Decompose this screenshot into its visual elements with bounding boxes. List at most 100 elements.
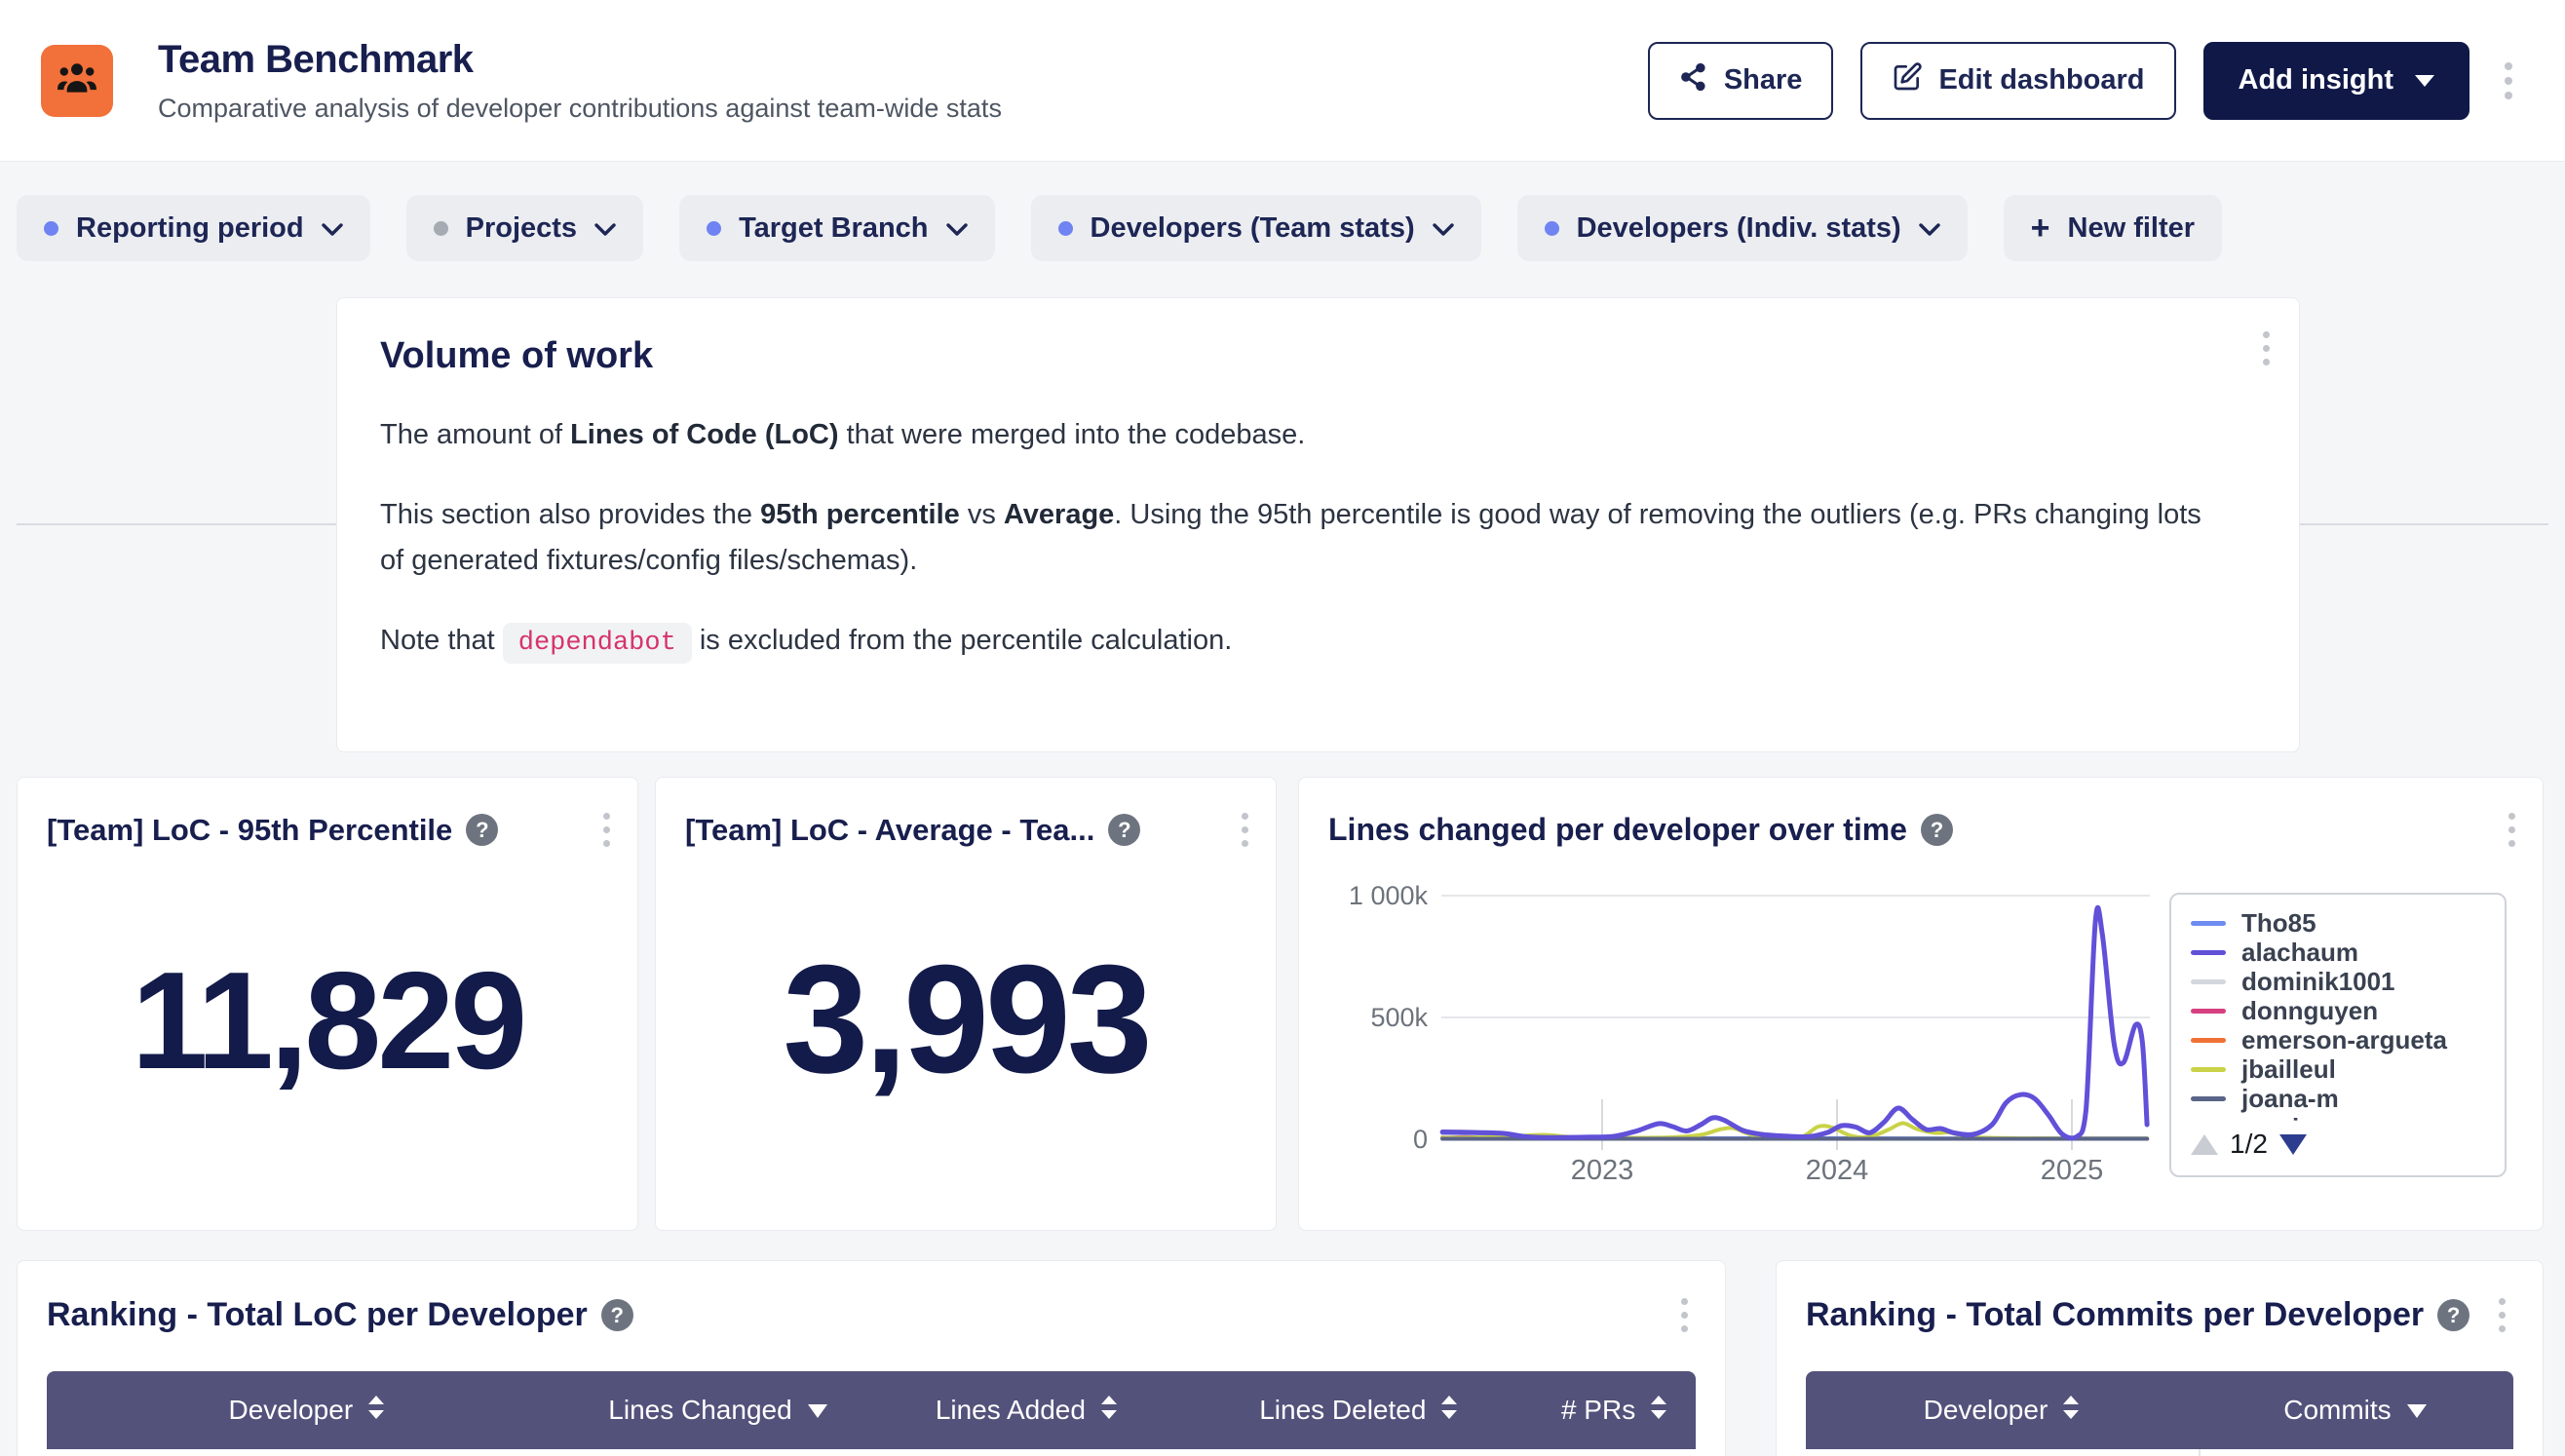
help-icon[interactable]: ? [2437, 1299, 2469, 1331]
table-header-row: DeveloperCommits [1806, 1371, 2513, 1449]
legend-pager: 1/2 [2191, 1129, 2497, 1160]
column-header-commits[interactable]: Commits [2199, 1371, 2513, 1449]
legend-label: jbailleul [2241, 1054, 2336, 1085]
volume-card-menu[interactable] [2255, 324, 2278, 373]
sort-both-icon [366, 1395, 386, 1427]
filter-chip-developers-team-stats[interactable]: Developers (Team stats) [1031, 195, 1481, 261]
legend-label: Tho85 [2241, 908, 2316, 939]
chevron-down-icon [946, 212, 968, 245]
table-card-title: Ranking - Total Commits per Developer [1806, 1296, 2424, 1334]
ranking-commits-table: DeveloperCommitstomazornour260 [1806, 1371, 2513, 1456]
help-icon[interactable]: ? [466, 814, 498, 846]
filter-chip-label: Projects [466, 212, 577, 245]
legend-item-maxica[interactable]: maxica [2191, 1113, 2497, 1121]
add-insight-button[interactable]: Add insight [2203, 42, 2469, 120]
table-card-menu[interactable] [2491, 1290, 2513, 1340]
legend-label: maxica [2241, 1113, 2327, 1122]
filter-bar: Reporting period Projects Target Branch Dev… [17, 195, 2222, 261]
page-subtitle: Comparative analysis of developer contri… [158, 94, 1002, 124]
legend-label: alachaum [2241, 938, 2358, 968]
legend-item-tho85[interactable]: Tho85 [2191, 908, 2497, 938]
chart-card-title: Lines changed per developer over time [1328, 812, 1907, 848]
legend-page-up-icon[interactable] [2191, 1134, 2218, 1155]
edit-pencil-icon [1892, 61, 1923, 100]
filter-status-dot [44, 221, 58, 236]
caret-down-icon [2415, 75, 2434, 87]
header-text: Team Benchmark Comparative analysis of d… [158, 38, 1002, 124]
volume-paragraph: Note that dependabot is excluded from th… [380, 618, 2202, 665]
x-axis-tick-label: 2025 [2041, 1155, 2104, 1186]
y-axis-tick-label: 500k [1370, 1003, 1428, 1032]
sort-both-icon [1099, 1395, 1119, 1427]
share-label: Share [1724, 64, 1803, 96]
header-actions: Share Edit dashboard Add insight [1648, 42, 2520, 120]
filter-status-dot [434, 221, 448, 236]
filter-chip-developers-indiv-stats[interactable]: Developers (Indiv. stats) [1517, 195, 1968, 261]
stat-card-menu[interactable] [595, 805, 618, 855]
column-header-label: # PRs [1561, 1395, 1635, 1426]
legend-label: donnguyen [2241, 996, 2378, 1026]
stat-card-head: [Team] LoC - 95th Percentile ? [18, 778, 637, 855]
series-line-alachaum [1442, 907, 2147, 1138]
edit-dashboard-button[interactable]: Edit dashboard [1860, 42, 2175, 120]
ranking-commits-card: Ranking - Total Commits per Developer ? … [1776, 1260, 2544, 1456]
share-button[interactable]: Share [1648, 42, 1834, 120]
plus-icon: + [2031, 211, 2050, 245]
column-header-prs[interactable]: # PRs [1534, 1371, 1696, 1449]
column-header-lines-changed[interactable]: Lines Changed [568, 1371, 870, 1449]
filter-chip-projects[interactable]: Projects [406, 195, 643, 261]
chart-card-head: Lines changed per developer over time ? [1299, 778, 2543, 855]
table-cell: 260 [2199, 1449, 2513, 1456]
share-icon [1679, 62, 1708, 99]
filter-chip-target-branch[interactable]: Target Branch [679, 195, 994, 261]
legend-item-alachaum[interactable]: alachaum [2191, 938, 2497, 967]
header-overflow-menu[interactable] [2497, 55, 2520, 107]
x-axis-tick-label: 2024 [1806, 1155, 1869, 1186]
chart-legend: Tho85alachaumdominik1001donnguyenemerson… [2169, 893, 2507, 1177]
column-header-label: Lines Deleted [1259, 1395, 1426, 1426]
table-card-menu[interactable] [1673, 1290, 1696, 1340]
legend-item-joana-m[interactable]: joana-m [2191, 1084, 2497, 1113]
volume-card-title: Volume of work [380, 335, 2256, 377]
new-filter-label: New filter [2068, 212, 2196, 245]
legend-swatch [2191, 921, 2226, 926]
new-filter-button[interactable]: + New filter [2004, 195, 2222, 261]
table-row: tomazornour260 [1806, 1449, 2513, 1456]
page-title: Team Benchmark [158, 38, 1002, 82]
legend-item-donnguyen[interactable]: donnguyen [2191, 996, 2497, 1025]
ranking-loc-card: Ranking - Total LoC per Developer ? Deve… [17, 1260, 1726, 1456]
y-axis-tick-label: 1 000k [1349, 881, 1429, 910]
table-header-row: DeveloperLines ChangedLines Added Lines D… [47, 1371, 1696, 1449]
help-icon[interactable]: ? [1108, 814, 1140, 846]
column-header-developer[interactable]: Developer [1806, 1371, 2199, 1449]
legend-item-emerson-argueta[interactable]: emerson-argueta [2191, 1025, 2497, 1054]
legend-item-dominik1001[interactable]: dominik1001 [2191, 967, 2497, 996]
code-chip: dependabot [503, 623, 692, 664]
help-icon[interactable]: ? [601, 1299, 633, 1331]
chart-card-menu[interactable] [2501, 805, 2523, 855]
table-card-head: Ranking - Total Commits per Developer ? [1806, 1290, 2513, 1340]
filter-status-dot [1058, 221, 1073, 236]
column-header-developer[interactable]: Developer [47, 1371, 568, 1449]
column-header-lines-added[interactable]: Lines Added [869, 1371, 1184, 1449]
y-axis-tick-label: 0 [1413, 1125, 1428, 1154]
legend-page-down-icon[interactable] [2279, 1134, 2307, 1155]
volume-paragraph: This section also provides the 95th perc… [380, 492, 2202, 583]
sort-both-icon [1649, 1395, 1668, 1427]
filter-status-dot [1545, 221, 1559, 236]
help-icon[interactable]: ? [1921, 814, 1953, 846]
legend-item-jbailleul[interactable]: jbailleul [2191, 1054, 2497, 1084]
stat-card-menu[interactable] [1234, 805, 1256, 855]
filter-status-dot [707, 221, 721, 236]
chevron-down-icon [594, 212, 616, 245]
filter-chip-label: Developers (Indiv. stats) [1577, 212, 1901, 245]
filter-chip-reporting-period[interactable]: Reporting period [17, 195, 370, 261]
team-benchmark-dashboard: Team Benchmark Comparative analysis of d… [0, 0, 2565, 1456]
sort-both-icon [2061, 1395, 2081, 1427]
chevron-down-icon [1919, 212, 1940, 245]
legend-swatch [2191, 1009, 2226, 1014]
sort-desc-icon [2405, 1395, 2429, 1426]
team-people-icon [55, 56, 99, 105]
chart-legend-list: Tho85alachaumdominik1001donnguyenemerson… [2191, 908, 2497, 1121]
column-header-lines-deleted[interactable]: Lines Deleted [1184, 1371, 1534, 1449]
